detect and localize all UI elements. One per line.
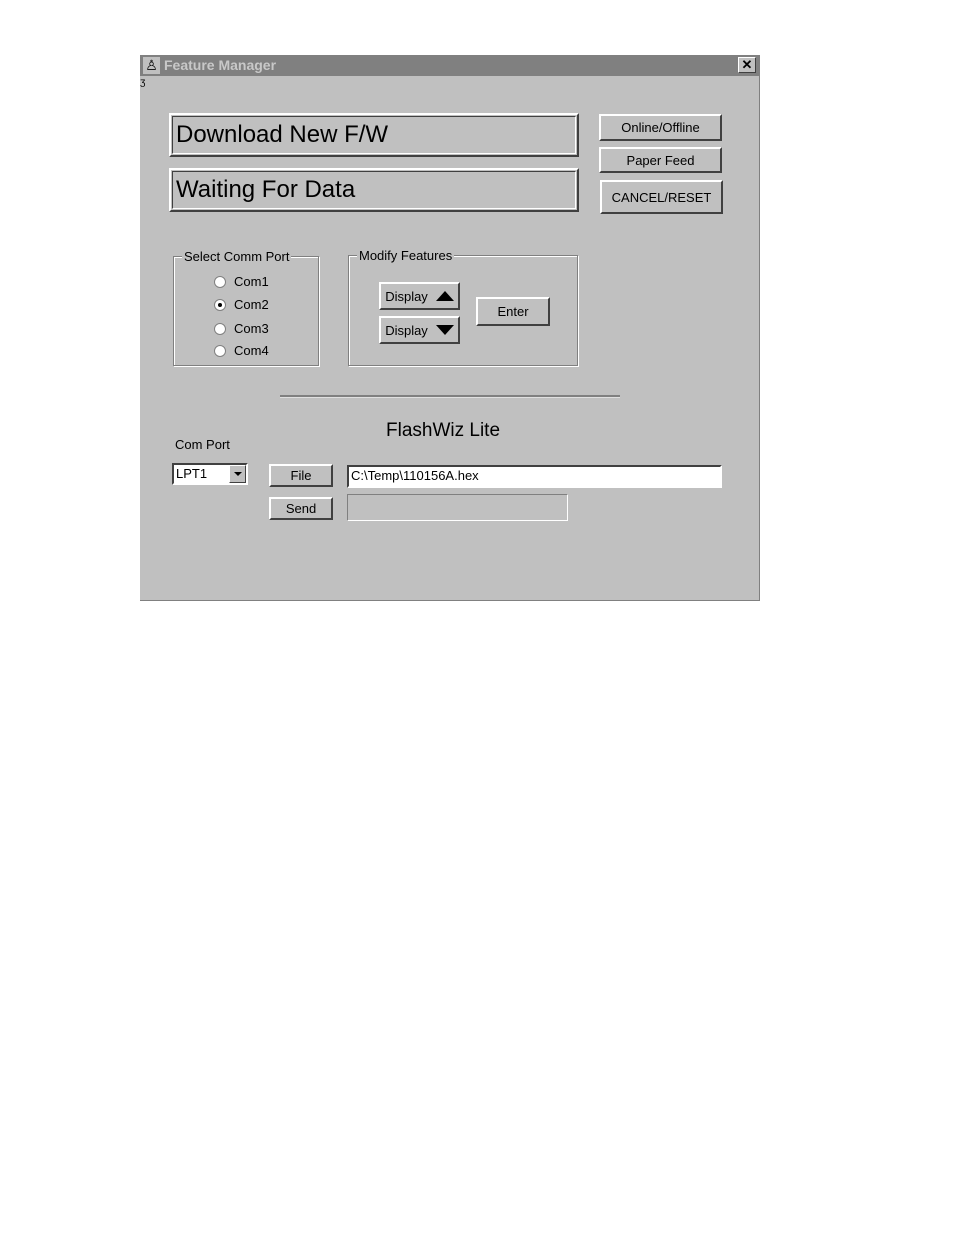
radio-com1-circle[interactable] (214, 275, 226, 288)
dropdown-button[interactable] (229, 465, 246, 483)
radio-com4-label: Com4 (234, 343, 269, 358)
feature-manager-window: ♙ Feature Manager ✕ ʒ Download New F/W W… (140, 55, 760, 601)
display-down-label: Display (385, 322, 428, 338)
radio-com2-circle[interactable] (214, 298, 226, 311)
status-line-2-text: Waiting For Data (172, 171, 576, 209)
com-port-value: LPT1 (176, 466, 208, 481)
arrow-up-icon (435, 291, 454, 301)
display-down-button[interactable]: Display (379, 316, 460, 344)
status-line-2: Waiting For Data (169, 168, 579, 212)
cursor-icon: ʒ (140, 77, 146, 88)
radio-com2-label: Com2 (234, 297, 269, 312)
cancel-reset-button[interactable]: CANCEL/RESET (600, 180, 723, 214)
radio-com4[interactable]: Com4 (214, 343, 269, 358)
file-button[interactable]: File (269, 464, 333, 487)
close-button[interactable]: ✕ (738, 57, 756, 73)
com-port-select[interactable]: LPT1 (172, 463, 248, 485)
send-progress-bar (347, 494, 568, 521)
radio-com3-circle[interactable] (214, 322, 226, 335)
radio-com1[interactable]: Com1 (214, 274, 269, 289)
radio-com1-label: Com1 (234, 274, 269, 289)
separator (280, 395, 620, 398)
app-icon[interactable]: ♙ (143, 57, 160, 74)
select-comm-port-label: Select Comm Port (182, 249, 292, 264)
radio-com3-label: Com3 (234, 321, 269, 336)
online-offline-button[interactable]: Online/Offline (599, 114, 722, 141)
display-up-label: Display (385, 288, 428, 304)
modify-features-group: Modify Features Display Display Enter (348, 248, 578, 366)
radio-com2[interactable]: Com2 (214, 297, 269, 312)
select-comm-port-group: Select Comm Port Com1 Com2 Com3 Com4 (173, 249, 319, 366)
status-line-1: Download New F/W (169, 113, 579, 157)
file-path-input[interactable]: C:\Temp\110156A.hex (347, 465, 722, 488)
arrow-down-icon (435, 325, 454, 335)
paper-feed-button[interactable]: Paper Feed (599, 147, 722, 173)
title-bar[interactable]: ♙ Feature Manager ✕ (140, 55, 760, 76)
com-port-label: Com Port (175, 437, 230, 452)
modify-features-label: Modify Features (357, 248, 455, 263)
chevron-down-icon (233, 472, 242, 476)
flashwiz-heading: FlashWiz Lite (386, 420, 501, 441)
enter-button[interactable]: Enter (476, 297, 550, 326)
radio-com4-circle[interactable] (214, 344, 226, 357)
radio-com3[interactable]: Com3 (214, 321, 269, 336)
window-title: Feature Manager (164, 57, 277, 73)
status-line-1-text: Download New F/W (172, 116, 576, 154)
send-button[interactable]: Send (269, 497, 333, 520)
display-up-button[interactable]: Display (379, 282, 460, 310)
